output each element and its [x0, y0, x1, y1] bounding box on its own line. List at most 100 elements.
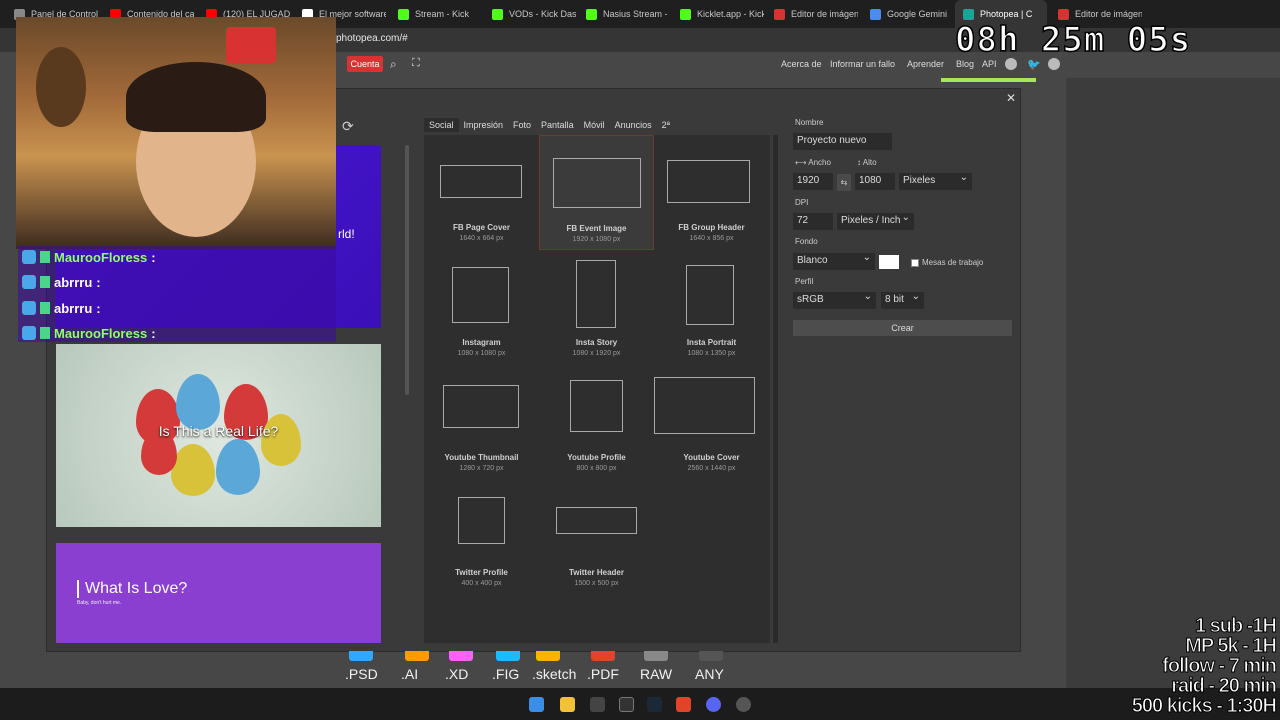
dpi-field[interactable]: 72 [793, 213, 833, 230]
terminal-icon[interactable] [619, 697, 634, 712]
browser-tab[interactable]: Kicklet.app - Kick [672, 0, 764, 28]
preview-thumbnail[interactable]: Is This a Real Life? [56, 344, 381, 527]
thumbnail-title: What Is Love? [77, 580, 187, 598]
discord-icon[interactable] [706, 697, 721, 712]
perfil-select[interactable]: sRGB [793, 291, 876, 309]
bits-select[interactable]: 8 bit [881, 291, 924, 309]
tab-movil[interactable]: Móvil [579, 118, 610, 132]
egg-image [176, 374, 220, 430]
template-size: 1920 x 1080 px [572, 236, 621, 243]
epic-icon[interactable] [590, 697, 605, 712]
template-size: 1080 x 1920 px [572, 350, 621, 357]
link-blog[interactable]: Blog [956, 59, 974, 69]
format-icon [496, 651, 520, 661]
goal-line: follow - 7 min [1162, 655, 1278, 677]
format-icon [536, 651, 560, 661]
link-aprender[interactable]: Aprender [907, 59, 944, 69]
unit-select[interactable]: Pixeles [899, 172, 972, 190]
template-fb-page-cover[interactable]: FB Page Cover 1640 x 664 px [424, 135, 539, 250]
link-informar[interactable]: Informar un fallo [830, 59, 895, 69]
link-acerca[interactable]: Acerca de [781, 59, 822, 69]
badge-icon [22, 275, 36, 289]
chat-user: abrrru [54, 300, 93, 316]
steam-icon[interactable] [647, 697, 662, 712]
link-icon[interactable]: ⇆ [837, 174, 851, 191]
badge-icon [40, 276, 50, 288]
template-youtube-profile[interactable]: Youtube Profile 800 x 800 px [539, 365, 654, 480]
cuenta-button[interactable]: Cuenta [347, 56, 383, 72]
favicon-icon [492, 8, 503, 20]
tab-label: Editor de imágen [791, 9, 858, 19]
template-frame [556, 507, 637, 534]
tab-social[interactable]: Social [424, 118, 459, 132]
tab-label: Stream - Kick [415, 9, 470, 19]
url-field[interactable]: photopea.com/# [336, 33, 408, 44]
template-youtube-thumbnail[interactable]: Youtube Thumbnail 1280 x 720 px [424, 365, 539, 480]
width-field[interactable]: 1920 [793, 173, 833, 190]
preview-thumbnail[interactable]: What Is Love? Baby, don't hurt me. [56, 543, 381, 643]
format-label[interactable]: .FIG [492, 666, 519, 682]
template-twitter-header[interactable]: Twitter Header 1500 x 500 px [539, 480, 654, 595]
folder-icon[interactable] [560, 697, 575, 712]
format-label[interactable]: .XD [445, 666, 468, 682]
template-size: 1500 x 500 px [574, 580, 619, 587]
template-fb-group-header[interactable]: FB Group Header 1640 x 856 px [654, 135, 769, 250]
close-icon[interactable]: ✕ [1006, 91, 1016, 105]
fondo-select[interactable]: Blanco [793, 252, 875, 270]
browser-tab[interactable]: VODs - Kick Dash [484, 0, 576, 28]
tab-impresion[interactable]: Impresión [459, 118, 509, 132]
search-icon[interactable]: ⌕ [390, 57, 397, 72]
tab-anuncios[interactable]: Anuncios [610, 118, 657, 132]
format-label[interactable]: ANY [695, 666, 724, 682]
tab-pantalla[interactable]: Pantalla [536, 118, 579, 132]
scrollbar[interactable] [405, 145, 409, 395]
link-api[interactable]: API [982, 59, 997, 69]
format-label[interactable]: .AI [401, 666, 418, 682]
tab-foto[interactable]: Foto [508, 118, 536, 132]
right-panel [1066, 78, 1280, 688]
favicon-icon [870, 8, 881, 20]
start-icon[interactable] [529, 697, 544, 712]
chat-overlay: MaurooFloress : abrrru : abrrru : Mauroo… [18, 246, 336, 342]
browser-tab[interactable]: Google Gemini [862, 0, 954, 28]
template-youtube-cover[interactable]: Youtube Cover 2560 x 1440 px [654, 365, 769, 480]
template-instagram[interactable]: Instagram 1080 x 1080 px [424, 250, 539, 365]
format-label[interactable]: .sketch [532, 666, 576, 682]
template-insta-portrait[interactable]: Insta Portrait 1080 x 1350 px [654, 250, 769, 365]
template-fb-event-image[interactable]: FB Event Image 1920 x 1080 px [539, 135, 654, 250]
crear-button[interactable]: Crear [793, 320, 1012, 336]
browser-tab[interactable]: Nasius Stream - Y [578, 0, 670, 28]
badge-icon [40, 327, 50, 339]
browser-tab[interactable]: Stream - Kick [390, 0, 482, 28]
template-tabs: Social Impresión Foto Pantalla Móvil Anu… [424, 118, 675, 132]
mesas-checkbox[interactable] [911, 259, 919, 267]
egg-image [261, 414, 301, 466]
scrollbar[interactable] [773, 135, 778, 643]
chat-msg: : [151, 325, 156, 341]
ancho-label-text: Ancho [808, 158, 831, 167]
dpi-unit-select[interactable]: Pixeles / Inch [837, 212, 914, 230]
template-twitter-profile[interactable]: Twitter Profile 400 x 400 px [424, 480, 539, 595]
background-color-swatch[interactable] [879, 255, 899, 269]
height-field[interactable]: 1080 [855, 173, 895, 190]
chat-user: MaurooFloress [54, 325, 148, 341]
alto-label: ↕ Alto [857, 158, 877, 167]
app-icon[interactable] [736, 697, 751, 712]
alto-label-text: Alto [862, 158, 877, 167]
brave-icon[interactable] [676, 697, 691, 712]
format-label[interactable]: RAW [640, 666, 672, 682]
format-label[interactable]: .PDF [587, 666, 619, 682]
badge-icon [22, 250, 36, 264]
template-name: Twitter Header [569, 568, 624, 577]
refresh-icon[interactable]: ⟳ [342, 118, 354, 135]
favicon-icon [586, 8, 597, 20]
template-size: 800 x 800 px [576, 465, 617, 472]
fullscreen-icon[interactable]: ⛶ [412, 57, 420, 70]
template-frame [443, 385, 519, 428]
browser-tab[interactable]: Editor de imágen [766, 0, 858, 28]
nombre-field[interactable]: Proyecto nuevo [793, 133, 892, 150]
format-label[interactable]: .PSD [345, 666, 378, 682]
tab-more[interactable]: 2ª [657, 118, 675, 132]
template-frame [576, 260, 616, 328]
template-insta-story[interactable]: Insta Story 1080 x 1920 px [539, 250, 654, 365]
